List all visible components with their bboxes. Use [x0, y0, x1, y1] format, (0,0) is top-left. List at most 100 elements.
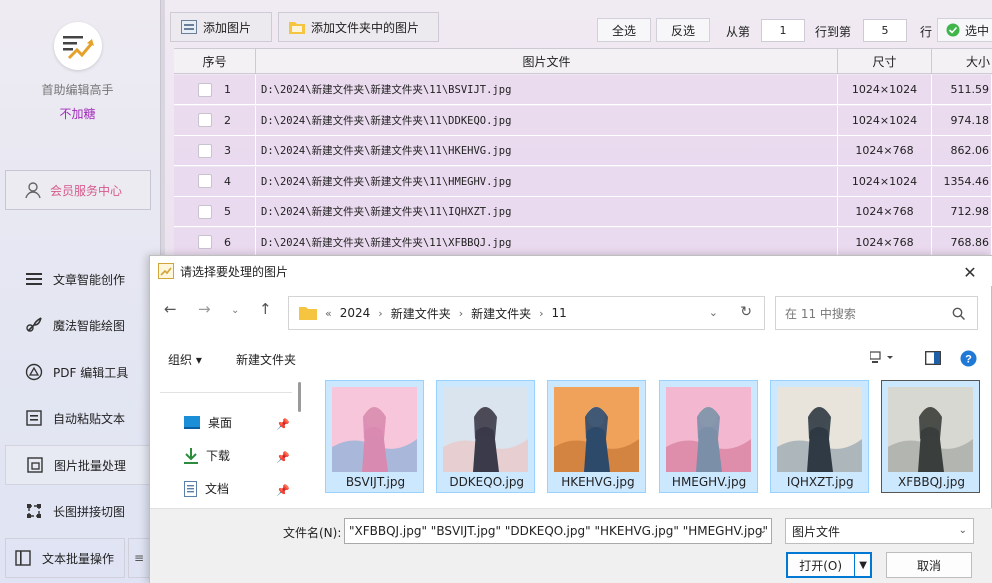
- open-dropdown-icon[interactable]: ▼: [854, 553, 871, 577]
- pin-icon[interactable]: 📌: [276, 451, 290, 464]
- nav-item-image-batch[interactable]: 图片批量处理: [5, 445, 151, 485]
- breadcrumb-folder-2[interactable]: 新建文件夹: [471, 305, 531, 322]
- row-checkbox[interactable]: [198, 82, 212, 97]
- file-path-cell: D:\2024\新建文件夹\新建文件夹\11\HMEGHV.jpg: [256, 166, 838, 196]
- cancel-button[interactable]: 取消: [886, 552, 972, 578]
- nav-downloads[interactable]: 下载: [184, 447, 230, 464]
- to-row-input[interactable]: 5: [863, 19, 907, 42]
- organize-menu[interactable]: 组织 ▾: [168, 351, 202, 368]
- open-file-dialog: 请选择要处理的图片 ✕ ← → ⌄ ↑ « 2024 › 新建文件夹 › 新建文…: [149, 255, 992, 583]
- preview-pane-icon[interactable]: [925, 351, 941, 368]
- file-thumbnail[interactable]: HMEGHV.jpg: [658, 380, 758, 493]
- back-arrow-icon[interactable]: ←: [164, 300, 177, 318]
- history-dropdown-icon[interactable]: ⌄: [709, 306, 718, 319]
- app-name: 首助编辑高手: [41, 83, 114, 97]
- filename-input[interactable]: "XFBBQJ.jpg" "BSVIJT.jpg" "DDKEQO.jpg" "…: [344, 518, 772, 544]
- header-file[interactable]: 图片文件: [256, 49, 838, 73]
- address-bar[interactable]: « 2024 › 新建文件夹 › 新建文件夹 › 11 ⌄ ↻: [288, 296, 765, 330]
- nav-item-article[interactable]: 文章智能创作: [5, 259, 151, 299]
- row-checkbox[interactable]: [198, 235, 212, 249]
- from-row-input[interactable]: 1: [761, 19, 805, 42]
- nav-documents-label: 文档: [205, 482, 230, 496]
- nav-item-pdf[interactable]: PDF 编辑工具: [5, 352, 151, 392]
- filetype-select[interactable]: 图片文件 ⌄: [785, 518, 974, 544]
- breadcrumb-2024[interactable]: 2024: [340, 306, 371, 320]
- row-number: 5: [224, 205, 231, 218]
- member-center-button[interactable]: 会员服务中心: [5, 170, 151, 210]
- pin-icon[interactable]: 📌: [276, 418, 290, 431]
- file-thumbnail[interactable]: HKEHVG.jpg: [547, 380, 647, 493]
- nav-scrollbar[interactable]: [298, 382, 301, 412]
- new-folder-button[interactable]: 新建文件夹: [236, 351, 296, 368]
- file-name: HMEGHV.jpg: [671, 475, 747, 489]
- row-checkbox[interactable]: [198, 143, 212, 158]
- add-image-button[interactable]: 添加图片: [170, 12, 272, 42]
- invert-selection-button[interactable]: 反选: [656, 18, 710, 42]
- view-icon[interactable]: [869, 351, 894, 368]
- nav-item-text-batch[interactable]: 文本批量操作: [5, 538, 125, 578]
- nav-desktop[interactable]: 桌面: [184, 414, 232, 431]
- nav-label: 自动粘贴文本: [53, 411, 126, 426]
- file-name: XFBBQJ.jpg: [898, 475, 965, 489]
- dialog-titlebar: 请选择要处理的图片: [150, 256, 992, 286]
- file-thumbnail[interactable]: XFBBQJ.jpg: [881, 380, 980, 493]
- breadcrumb-overflow[interactable]: «: [325, 307, 332, 320]
- file-path-cell: D:\2024\新建文件夹\新建文件夹\11\HKEHVG.jpg: [256, 136, 838, 165]
- document-icon: [184, 480, 197, 497]
- sidebar: 首助编辑高手 不加糖 会员服务中心 文章智能创作 魔法智能绘图 PDF 编辑工具…: [0, 0, 160, 583]
- up-arrow-icon[interactable]: ↑: [259, 300, 272, 318]
- select-all-button[interactable]: 全选: [597, 18, 651, 42]
- chevron-down-icon: ⌄: [958, 525, 967, 536]
- row-checkbox[interactable]: [198, 113, 212, 127]
- text-batch-icon: [14, 549, 32, 567]
- svg-text:?: ?: [965, 354, 972, 366]
- file-thumbnail[interactable]: IQHXZT.jpg: [769, 380, 869, 493]
- file-path-cell: D:\2024\新建文件夹\新建文件夹\11\XFBBQJ.jpg: [256, 227, 838, 257]
- table-row[interactable]: 6 D:\2024\新建文件夹\新建文件夹\11\XFBBQJ.jpg 1024×7…: [174, 227, 992, 258]
- app-icon: [158, 263, 174, 279]
- search-input[interactable]: 在 11 中搜索: [775, 296, 978, 330]
- chevron-right-icon: ›: [539, 306, 544, 320]
- select-range-button[interactable]: 选中: [937, 18, 992, 42]
- table-row[interactable]: 5 D:\2024\新建文件夹\新建文件夹\11\IQHXZT.jpg 1024×7…: [174, 197, 992, 227]
- chevron-down-icon[interactable]: ⌄: [759, 525, 767, 536]
- table-row[interactable]: 3 D:\2024\新建文件夹\新建文件夹\11\HKEHVG.jpg 1024×7…: [174, 136, 992, 166]
- recent-chevron-icon[interactable]: ⌄: [231, 305, 239, 316]
- table-row[interactable]: 4 D:\2024\新建文件夹\新建文件夹\11\HMEGHV.jpg 1024×1…: [174, 166, 992, 197]
- file-thumbnail[interactable]: DDKEQO.jpg: [436, 380, 536, 493]
- file-name: HKEHVG.jpg: [561, 475, 635, 489]
- nav-item-long-image[interactable]: 长图拼接切图: [5, 491, 151, 531]
- dimension-cell: 1024×768: [838, 136, 932, 165]
- nav-label: 文章智能创作: [53, 272, 126, 287]
- breadcrumb-11[interactable]: 11: [552, 306, 567, 320]
- nav-label: 长图拼接切图: [53, 504, 126, 519]
- row-checkbox[interactable]: [198, 204, 212, 219]
- row-number-cell: 5: [174, 197, 256, 226]
- header-no[interactable]: 序号: [174, 49, 256, 73]
- from-row-label: 从第: [726, 25, 751, 39]
- table-row[interactable]: 1 D:\2024\新建文件夹\新建文件夹\11\BSVIJT.jpg 1024×1…: [174, 75, 992, 105]
- help-icon[interactable]: ?: [960, 350, 977, 370]
- add-folder-button[interactable]: 添加文件夹中的图片: [278, 12, 439, 42]
- file-thumbnail[interactable]: BSVIJT.jpg: [325, 380, 424, 493]
- header-size[interactable]: 尺寸: [838, 49, 932, 73]
- breadcrumb-folder-1[interactable]: 新建文件夹: [391, 305, 451, 322]
- nav-item-paste[interactable]: 自动粘贴文本: [5, 398, 151, 438]
- list-lines-icon: [25, 270, 43, 288]
- row-number-cell: 3: [174, 136, 256, 165]
- nav-label: 图片批量处理: [54, 458, 127, 473]
- command-bar: 组织 ▾ 新建文件夹 ?: [150, 344, 992, 374]
- close-icon[interactable]: ✕: [955, 261, 985, 283]
- nav-documents[interactable]: 文档: [184, 480, 229, 497]
- header-bytes[interactable]: 大小: [932, 49, 992, 73]
- row-checkbox[interactable]: [198, 174, 212, 188]
- more-menu-icon[interactable]: ≡: [128, 538, 150, 578]
- crop-frame-icon: [25, 502, 43, 520]
- open-button[interactable]: 打开(O) ▼: [786, 552, 872, 578]
- nav-item-drawing[interactable]: 魔法智能绘图: [5, 305, 151, 345]
- filename-label: 文件名(N):: [283, 526, 342, 540]
- pin-icon[interactable]: 📌: [276, 484, 290, 497]
- table-row[interactable]: 2 D:\2024\新建文件夹\新建文件夹\11\DDKEQO.jpg 1024×1…: [174, 105, 992, 136]
- refresh-icon[interactable]: ↻: [740, 304, 752, 320]
- forward-arrow-icon[interactable]: →: [198, 300, 211, 318]
